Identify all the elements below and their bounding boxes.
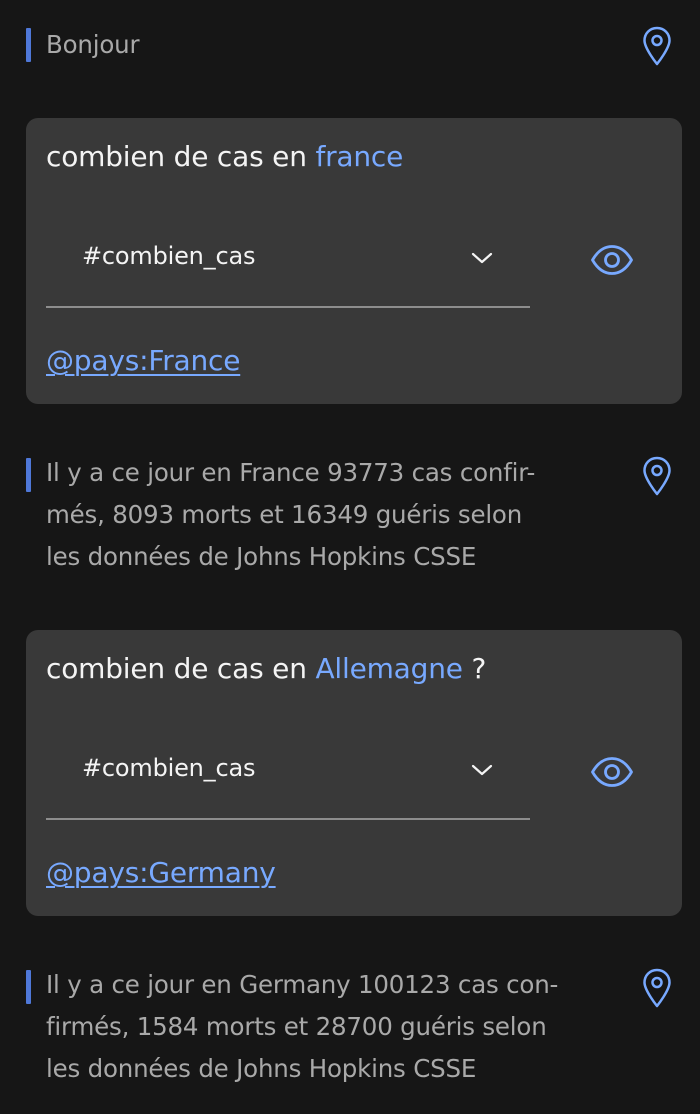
bot-message-bar — [26, 970, 31, 1004]
intent-dropdown[interactable]: #combien_cas — [46, 218, 530, 308]
location-pin-icon[interactable] — [642, 456, 672, 496]
utterance-entity[interactable]: Allemagne — [315, 652, 463, 685]
entity-tag-link[interactable]: @pays:France — [46, 344, 240, 377]
utterance-text: combien de cas en — [46, 140, 316, 173]
bot-message: Il y a ce jour en France 93773 cas confi… — [26, 452, 686, 582]
utterance-text: combien de cas en — [46, 652, 316, 685]
entity-tag-link[interactable]: @pays:Germany — [46, 856, 276, 889]
user-message-card: combien de cas en france #combien_cas @p… — [26, 118, 682, 404]
eye-icon[interactable] — [590, 240, 634, 280]
utterance-entity[interactable]: france — [315, 140, 403, 173]
bot-message-text: Il y a ce jour en France 93773 cas confi… — [46, 458, 536, 571]
location-pin-icon[interactable] — [642, 968, 672, 1008]
chevron-down-icon[interactable] — [470, 760, 494, 780]
bot-message-text: Bonjour — [46, 30, 140, 59]
chevron-down-icon[interactable] — [470, 248, 494, 268]
bot-message: Bonjour — [26, 26, 686, 66]
bot-message-text: Il y a ce jour en Germany 100123 cas con… — [46, 970, 559, 1083]
user-utterance: combien de cas en Allemagne ? — [46, 652, 486, 685]
bot-message-bar — [26, 28, 31, 62]
user-utterance: combien de cas en france — [46, 140, 403, 173]
bot-message: Il y a ce jour en Germany 100123 cas con… — [26, 964, 686, 1094]
intent-value: #combien_cas — [82, 242, 256, 270]
location-pin-icon[interactable] — [642, 26, 672, 66]
eye-icon[interactable] — [590, 752, 634, 792]
utterance-suffix: ? — [462, 652, 487, 685]
bot-message-bar — [26, 458, 31, 492]
intent-dropdown[interactable]: #combien_cas — [46, 730, 530, 820]
user-message-card: combien de cas en Allemagne ? #combien_c… — [26, 630, 682, 916]
intent-value: #combien_cas — [82, 754, 256, 782]
conversation-log: Bonjour combien de cas en france #combie… — [0, 0, 700, 1114]
